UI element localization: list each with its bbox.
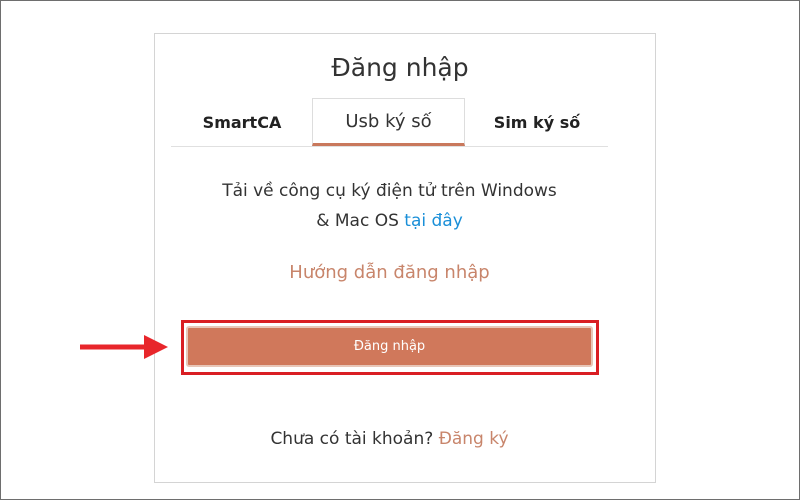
description-line-1: Tải về công cụ ký điện tử trên Windows: [222, 181, 557, 201]
right-arrow-icon: [80, 335, 168, 359]
register-link[interactable]: Đăng ký: [439, 429, 509, 449]
tab-sim-ky-so[interactable]: Sim ký số: [470, 98, 604, 146]
description-line-2: & Mac OS tại đây: [171, 206, 608, 236]
no-account-text: Chưa có tài khoản?: [270, 429, 434, 449]
tabs-divider: [171, 146, 608, 147]
tab-usb-ky-so[interactable]: Usb ký số: [312, 98, 465, 146]
login-guide-link[interactable]: Hướng dẫn đăng nhập: [171, 262, 608, 283]
download-description: Tải về công cụ ký điện tử trên Windows &…: [171, 176, 608, 236]
arrow-head: [144, 335, 168, 359]
download-link[interactable]: tại đây: [404, 211, 462, 231]
page-title: Đăng nhập: [331, 53, 469, 82]
tab-smartca[interactable]: SmartCA: [176, 98, 308, 146]
arrow-shaft: [80, 344, 146, 350]
login-button[interactable]: Đăng nhập: [186, 326, 593, 367]
description-line-2-text: & Mac OS: [316, 211, 399, 231]
register-prompt: Chưa có tài khoản? Đăng ký: [171, 429, 608, 449]
